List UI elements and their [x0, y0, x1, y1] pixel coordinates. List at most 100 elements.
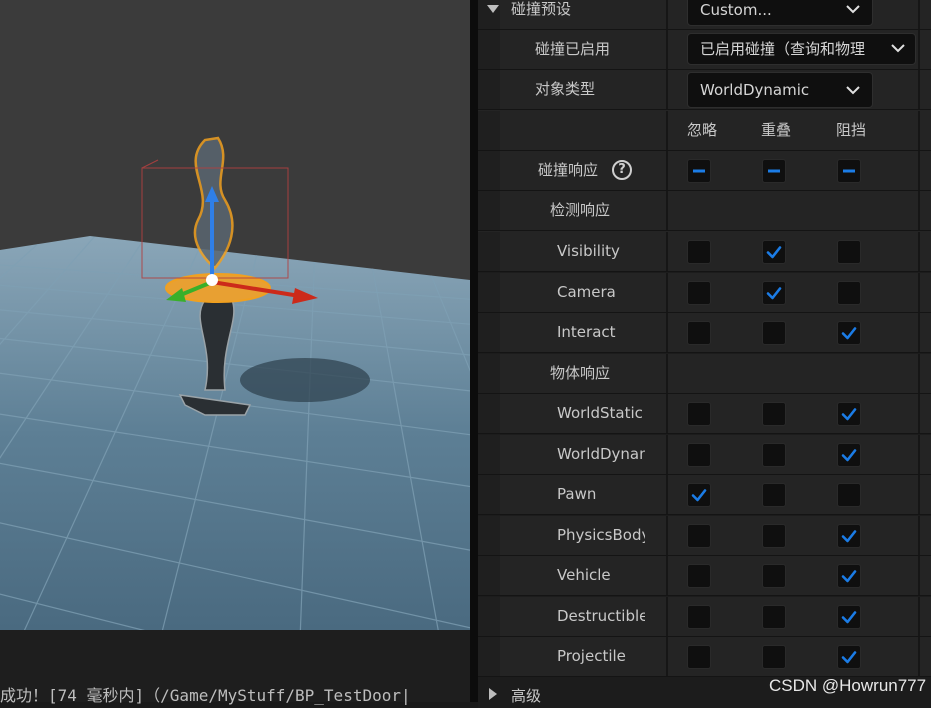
response-channel-label: Interact	[557, 323, 616, 341]
block-checkbox[interactable]	[837, 321, 861, 345]
object-type-label: 对象类型	[535, 80, 596, 98]
response-column-header-row: 忽略 重叠 阻挡	[478, 111, 931, 151]
collision-enabled-row: 碰撞已启用 已启用碰撞（查询和物理	[478, 30, 931, 70]
ignore-checkbox[interactable]	[687, 240, 711, 264]
block-checkbox[interactable]	[837, 240, 861, 264]
object-responses-row: 物体响应	[478, 353, 931, 394]
chevron-down-icon	[891, 44, 905, 53]
ignore-checkbox[interactable]	[687, 523, 711, 548]
checkmark-icon	[766, 246, 782, 259]
collision-responses-label: 碰撞响应	[538, 161, 599, 179]
response-row: Camera	[478, 272, 931, 313]
response-row: Projectile	[478, 637, 931, 677]
ignore-checkbox[interactable]	[687, 442, 711, 467]
checkmark-icon	[841, 448, 857, 461]
block-checkbox[interactable]	[837, 604, 861, 629]
overlap-checkbox[interactable]	[762, 402, 786, 426]
collision-preset-dropdown[interactable]: Custom...	[687, 0, 873, 26]
details-panel: 碰撞预设 Custom... 碰撞已启用 已启用碰撞（查询和物理 对象类型 Wo…	[478, 0, 931, 708]
collision-preset-label: 碰撞预设	[511, 0, 572, 18]
response-channel-label: Pawn	[557, 485, 597, 503]
response-channel-label: Projectile	[557, 647, 626, 665]
overlap-checkbox[interactable]	[762, 564, 786, 588]
checkmark-icon	[766, 286, 782, 299]
response-channel-label: WorldDynan	[557, 444, 645, 463]
question-circle-icon[interactable]: ?	[612, 160, 632, 180]
response-row: WorldDynan	[478, 434, 931, 475]
checkmark-icon	[841, 610, 857, 623]
checkmark-icon	[841, 651, 857, 664]
ignore-checkbox[interactable]	[687, 280, 711, 305]
block-checkbox[interactable]	[837, 523, 861, 548]
collision-responses-row: 碰撞响应 ?	[478, 151, 931, 191]
checkmark-icon	[841, 408, 857, 421]
overlap-checkbox[interactable]	[762, 645, 786, 669]
column-ignore-header: 忽略	[687, 121, 718, 139]
overlap-checkbox[interactable]	[762, 523, 786, 548]
chevron-down-icon	[846, 86, 860, 95]
block-checkbox[interactable]	[837, 402, 861, 426]
block-checkbox[interactable]	[837, 280, 861, 305]
viewport-scene[interactable]	[0, 0, 470, 630]
overlap-checkbox[interactable]	[762, 321, 786, 345]
overlap-checkbox[interactable]	[762, 442, 786, 467]
ignore-checkbox[interactable]	[687, 483, 711, 507]
response-row: Vehicle	[478, 556, 931, 596]
ignore-checkbox[interactable]	[687, 321, 711, 345]
object-type-row: 对象类型 WorldDynamic	[478, 70, 931, 111]
collapse-triangle-icon[interactable]	[487, 5, 499, 13]
watermark-text: CSDN @Howrun777	[769, 676, 927, 695]
ignore-checkbox[interactable]	[687, 645, 711, 669]
response-channel-label: Camera	[557, 282, 616, 301]
level-viewport[interactable]	[0, 0, 470, 630]
advanced-label: 高级	[511, 686, 542, 705]
object-type-dropdown[interactable]: WorldDynamic	[687, 72, 873, 108]
response-row: PhysicsBody	[478, 515, 931, 556]
ignore-checkbox[interactable]	[687, 604, 711, 629]
response-channel-label: WorldStatic	[557, 404, 643, 422]
block-checkbox[interactable]	[837, 564, 861, 588]
object-responses-label: 物体响应	[550, 363, 611, 382]
dash-icon	[768, 169, 780, 173]
checkmark-icon	[691, 489, 707, 502]
object-type-value: WorldDynamic	[700, 81, 810, 99]
collision-enabled-value: 已启用碰撞（查询和物理	[700, 40, 866, 58]
trace-responses-row: 检测响应	[478, 191, 931, 232]
overlap-checkbox[interactable]	[762, 604, 786, 629]
ignore-checkbox[interactable]	[687, 564, 711, 588]
panel-splitter[interactable]	[470, 0, 478, 702]
response-channel-label: Destructible	[557, 606, 645, 625]
overlap-all-checkbox[interactable]	[762, 159, 786, 183]
ignore-all-checkbox[interactable]	[687, 159, 711, 183]
overlap-checkbox[interactable]	[762, 483, 786, 507]
response-row: Interact	[478, 313, 931, 353]
ignore-checkbox[interactable]	[687, 402, 711, 426]
checkmark-icon	[841, 529, 857, 542]
checkmark-icon	[841, 327, 857, 340]
response-channel-label: Visibility	[557, 242, 620, 260]
dash-icon	[843, 169, 855, 173]
response-channel-label: Vehicle	[557, 566, 611, 584]
collision-preset-row: 碰撞预设 Custom...	[478, 0, 931, 30]
overlap-checkbox[interactable]	[762, 280, 786, 305]
object-shadow	[240, 358, 370, 402]
chevron-down-icon	[846, 5, 860, 14]
response-row: WorldStatic	[478, 394, 931, 434]
collision-enabled-dropdown[interactable]: 已启用碰撞（查询和物理	[687, 33, 916, 65]
expand-triangle-icon[interactable]	[489, 687, 497, 700]
block-checkbox[interactable]	[837, 483, 861, 507]
block-checkbox[interactable]	[837, 645, 861, 669]
dash-icon	[693, 169, 705, 173]
response-row: Destructible	[478, 596, 931, 637]
block-all-checkbox[interactable]	[837, 159, 861, 183]
response-row: Visibility	[478, 232, 931, 272]
trace-responses-label: 检测响应	[550, 201, 611, 219]
response-channel-label: PhysicsBody	[557, 525, 645, 544]
block-checkbox[interactable]	[837, 442, 861, 467]
checkmark-icon	[841, 570, 857, 583]
overlap-checkbox[interactable]	[762, 240, 786, 264]
column-block-header: 阻挡	[836, 121, 867, 139]
column-overlap-header: 重叠	[761, 121, 792, 139]
response-row: Pawn	[478, 475, 931, 515]
collision-enabled-label: 碰撞已启用	[535, 40, 611, 58]
